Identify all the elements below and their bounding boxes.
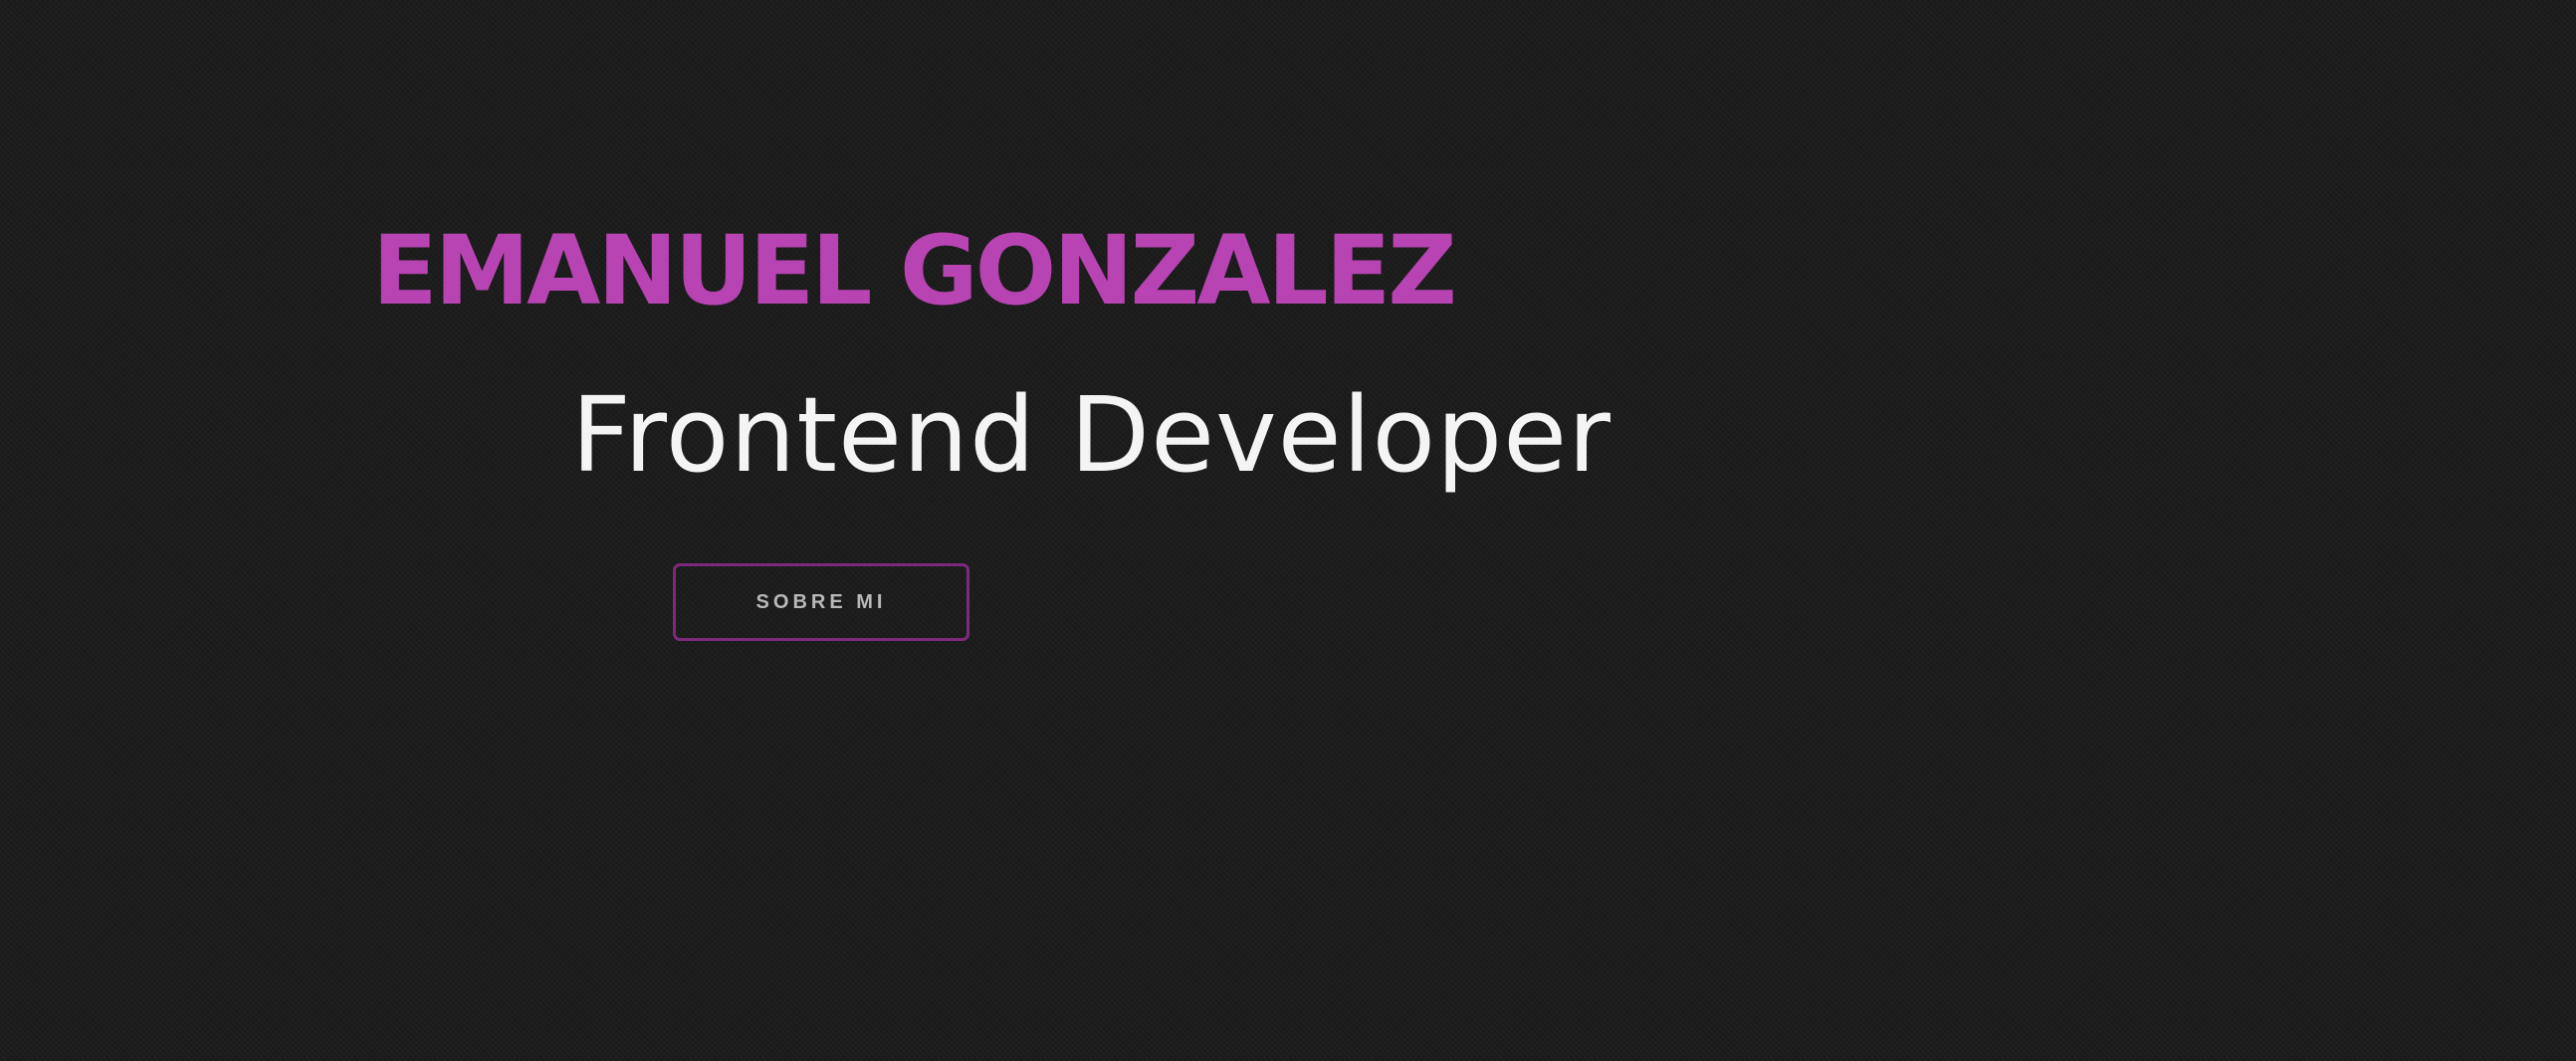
hero-section: EMANUEL GONZALEZ Frontend Developer SOBR… xyxy=(0,0,2576,1061)
hero-subtitle: Frontend Developer xyxy=(571,374,1611,496)
sobre-mi-button[interactable]: SOBRE MI xyxy=(673,563,969,641)
hero-name: EMANUEL GONZALEZ xyxy=(372,215,1457,326)
